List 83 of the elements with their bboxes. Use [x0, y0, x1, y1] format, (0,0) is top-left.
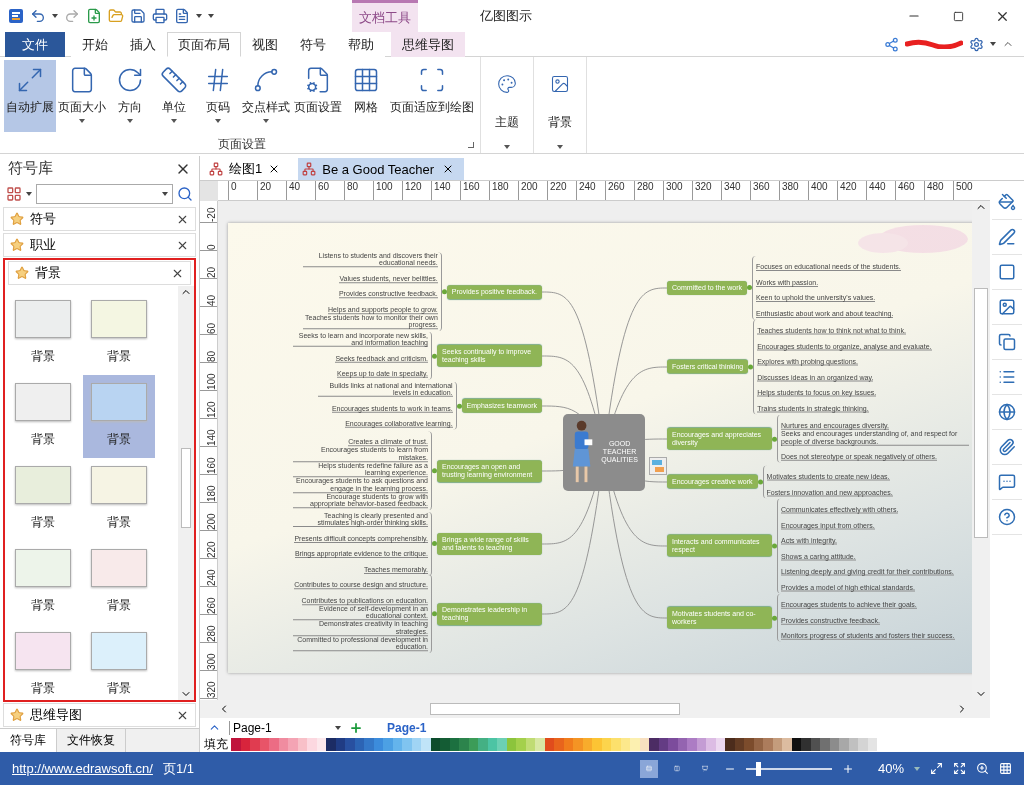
ruler-label: 60	[200, 306, 217, 335]
ruler-label: 100	[373, 181, 402, 200]
ruler-label: 320	[200, 670, 217, 699]
ruler-label: 80	[344, 181, 373, 200]
ruler-label: 240	[576, 181, 605, 200]
context-tab-header: 文档工具	[352, 0, 418, 32]
ruler-label: 40	[200, 278, 217, 307]
menu-tab[interactable]: 思维导图	[391, 32, 465, 57]
ruler-label: 400	[808, 181, 837, 200]
ruler-label: 60	[315, 181, 344, 200]
ruler-label: 240	[200, 558, 217, 587]
ruler-label: 20	[200, 250, 217, 279]
ruler-label: 140	[431, 181, 460, 200]
background-template[interactable]: 背景	[83, 541, 155, 624]
page-select[interactable]: Page-1	[229, 720, 341, 735]
ribbon-button[interactable]: 页面适应到绘图	[388, 60, 476, 132]
ribbon-button[interactable]: 页码	[196, 60, 240, 132]
window-title: 亿图图示	[480, 7, 532, 25]
ruler-label: 500	[953, 181, 982, 200]
background-template[interactable]: 背景	[7, 292, 79, 375]
ribbon-button[interactable]: 单位	[152, 60, 196, 132]
ruler-label: 260	[605, 181, 634, 200]
ruler-label: 0	[200, 222, 217, 251]
background-template[interactable]: 背景	[7, 458, 79, 541]
ruler-label: 260	[200, 586, 217, 615]
ruler-label: 180	[200, 474, 217, 503]
ruler-label: 420	[837, 181, 866, 200]
background-template[interactable]: 背景	[83, 458, 155, 541]
menu-tab[interactable]: 文件	[5, 32, 65, 57]
page-tab[interactable]: Page-1	[381, 719, 433, 736]
ruler-label: 120	[200, 390, 217, 419]
ruler-label: 320	[692, 181, 721, 200]
page-count: 页1/1	[162, 759, 194, 778]
ruler-label: 480	[924, 181, 953, 200]
ruler-label: 220	[200, 530, 217, 559]
ribbon-button[interactable]: 网格	[344, 60, 388, 132]
ruler-label: 300	[663, 181, 692, 200]
ruler-label: 380	[779, 181, 808, 200]
ribbon-button[interactable]: 页面大小	[56, 60, 108, 132]
zoom-level: 40%	[877, 761, 904, 776]
library-section-header[interactable]: 思维导图	[3, 703, 196, 727]
ruler-label: 220	[547, 181, 576, 200]
ribbon-button[interactable]: 背景	[538, 60, 582, 153]
fill-label: 填充	[204, 736, 228, 753]
ruler-label: 40	[286, 181, 315, 200]
group-label: 页面设置	[217, 136, 267, 153]
background-template[interactable]: 背景	[7, 375, 79, 458]
ribbon-button[interactable]: 页面设置	[292, 60, 344, 132]
ruler-label: 100	[200, 362, 217, 391]
ruler-label: 200	[200, 502, 217, 531]
background-template[interactable]: 背景	[83, 292, 155, 375]
page-select-value: Page-1	[233, 720, 272, 735]
ruler-label: 140	[200, 418, 217, 447]
ribbon-button[interactable]: 方向	[108, 60, 152, 132]
ribbon-button[interactable]: 自动扩展	[4, 60, 56, 132]
library-section-header[interactable]: 背景	[8, 261, 191, 285]
ruler-label: -20	[200, 200, 217, 223]
ruler-label: 160	[460, 181, 489, 200]
ruler-label: 0	[228, 181, 257, 200]
ruler-label: 460	[895, 181, 924, 200]
ribbon-button[interactable]: 主题	[485, 60, 529, 153]
ruler-label: 80	[200, 334, 217, 363]
ruler-label: 180	[489, 181, 518, 200]
ruler-label: 20	[257, 181, 286, 200]
ruler-label: 280	[200, 614, 217, 643]
ruler-label: 440	[866, 181, 895, 200]
ruler-label: 340	[721, 181, 750, 200]
menu-tab[interactable]: 页面布局	[167, 32, 241, 57]
website-link[interactable]: http://www.edrawsoft.cn/	[12, 761, 153, 776]
ruler-label: 120	[402, 181, 431, 200]
document-tab[interactable]: Be a Good Teacher	[298, 158, 465, 180]
ruler-label: 200	[518, 181, 547, 200]
panel-tab[interactable]: 符号库	[0, 729, 57, 752]
background-template[interactable]: 背景	[83, 375, 155, 458]
panel-title: 符号库	[8, 159, 53, 178]
library-section-header[interactable]: 符号	[3, 207, 196, 231]
ribbon-button[interactable]: 交点样式	[240, 60, 292, 132]
library-section-header[interactable]: 职业	[3, 233, 196, 257]
ruler-label: 280	[634, 181, 663, 200]
background-template[interactable]: 背景	[7, 541, 79, 624]
ruler-label: 360	[750, 181, 779, 200]
ruler-label: 160	[200, 446, 217, 475]
ruler-label: 300	[200, 642, 217, 671]
